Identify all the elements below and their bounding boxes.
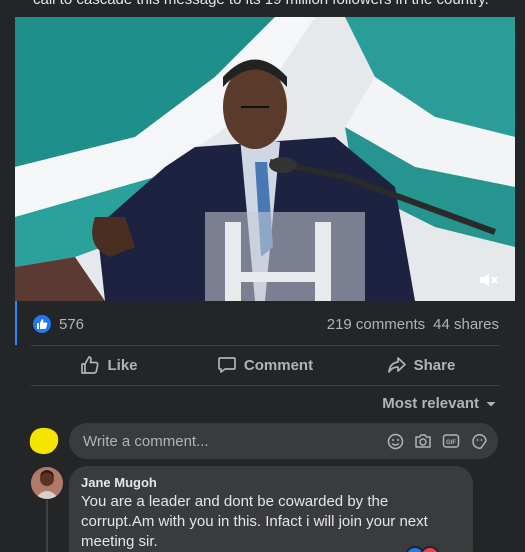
post-actions: Like Comment Share <box>31 346 499 384</box>
gif-icon[interactable]: GIF <box>442 432 460 450</box>
mute-icon[interactable] <box>477 269 499 291</box>
like-label: Like <box>107 356 138 374</box>
comment-reactions[interactable] <box>405 546 440 552</box>
camera-icon[interactable] <box>414 432 432 450</box>
like-count[interactable]: 576 <box>59 316 84 333</box>
video-player[interactable] <box>15 17 515 301</box>
comment-count[interactable]: 219 comments <box>327 316 425 333</box>
avatar[interactable] <box>26 425 62 457</box>
post-stats: 576 219 comments 44 shares <box>33 313 499 335</box>
share-icon <box>387 357 406 373</box>
divider <box>31 385 499 386</box>
comment-author[interactable]: Jane Mugoh <box>81 475 157 490</box>
share-count[interactable]: 44 shares <box>433 316 499 333</box>
comment-bubble: Jane Mugoh You are a leader and dont be … <box>69 466 473 552</box>
share-button[interactable]: Share <box>343 346 499 384</box>
avatar[interactable] <box>31 467 63 499</box>
post-caption: call to cascade this message to its 19 m… <box>33 0 503 8</box>
svg-text:GIF: GIF <box>446 440 456 446</box>
love-reaction-icon <box>420 546 440 552</box>
chevron-down-icon <box>486 401 496 406</box>
like-reaction-icon[interactable] <box>33 315 51 333</box>
post-card: call to cascade this message to its 19 m… <box>0 0 525 552</box>
comment-sort-dropdown[interactable]: Most relevant <box>382 395 497 412</box>
comment-text: You are a leader and dont be cowarded by… <box>81 493 428 550</box>
like-button[interactable]: Like <box>31 346 187 384</box>
thumbs-up-icon <box>81 356 99 374</box>
thread-line <box>46 500 48 552</box>
comment-label: Comment <box>243 356 314 374</box>
comment-button[interactable]: Comment <box>187 346 343 384</box>
comment-composer[interactable]: GIF <box>69 423 498 459</box>
sticker-icon[interactable] <box>470 432 488 450</box>
share-label: Share <box>413 356 456 374</box>
comment-icon <box>218 357 236 373</box>
thread-accent-bar <box>15 301 17 345</box>
sort-label: Most relevant <box>382 395 479 412</box>
video-frame <box>15 17 515 301</box>
emoji-icon[interactable] <box>386 432 404 450</box>
comment-input[interactable] <box>81 431 375 451</box>
